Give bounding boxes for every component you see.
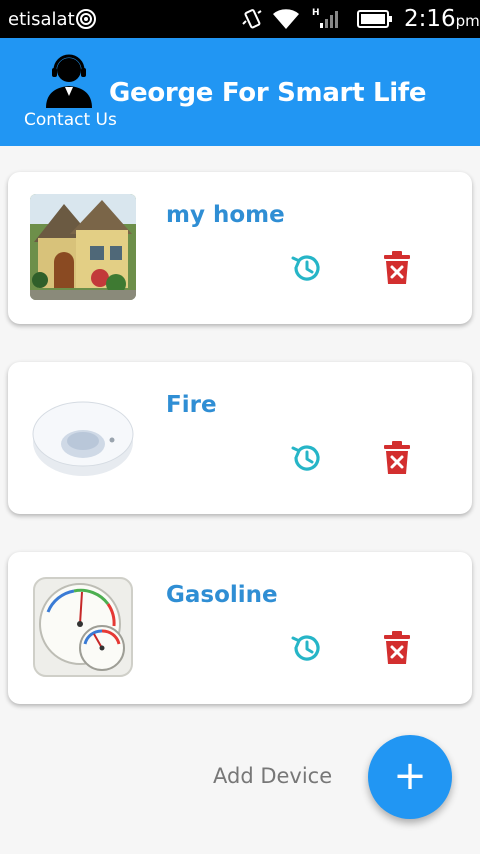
delete-icon[interactable] (382, 630, 412, 666)
support-agent-icon (46, 54, 92, 108)
signal-icon: H (312, 8, 338, 28)
history-icon[interactable] (288, 630, 324, 666)
device-image-hygrometer (30, 574, 136, 680)
device-name: Gasoline (166, 582, 278, 608)
add-device-button[interactable]: + (368, 735, 452, 819)
svg-text:H: H (312, 8, 320, 18)
wifi-icon (273, 9, 299, 29)
delete-icon[interactable] (382, 250, 412, 286)
vibrate-icon (242, 9, 262, 29)
contact-us-link[interactable]: Contact Us (24, 110, 117, 130)
device-card[interactable]: Gasoline (8, 552, 472, 704)
add-device-label[interactable]: Add Device (213, 764, 332, 788)
battery-icon (357, 10, 392, 28)
device-card[interactable]: Fire (8, 362, 472, 514)
hotspot-icon (76, 9, 96, 29)
device-image-house (30, 194, 136, 300)
status-bar: etisalat H 2:16pm (0, 0, 480, 38)
device-name: my home (166, 202, 285, 228)
carrier-name: etisalat (8, 9, 75, 30)
app-header: George For Smart Life Contact Us (0, 38, 480, 146)
clock: 2:16pm (404, 6, 480, 32)
app-title: George For Smart Life (109, 78, 427, 108)
history-icon[interactable] (288, 440, 324, 476)
delete-icon[interactable] (382, 440, 412, 476)
device-name: Fire (166, 392, 217, 418)
device-image-motion-sensor (30, 384, 136, 490)
history-icon[interactable] (288, 250, 324, 286)
device-card[interactable]: my home (8, 172, 472, 324)
